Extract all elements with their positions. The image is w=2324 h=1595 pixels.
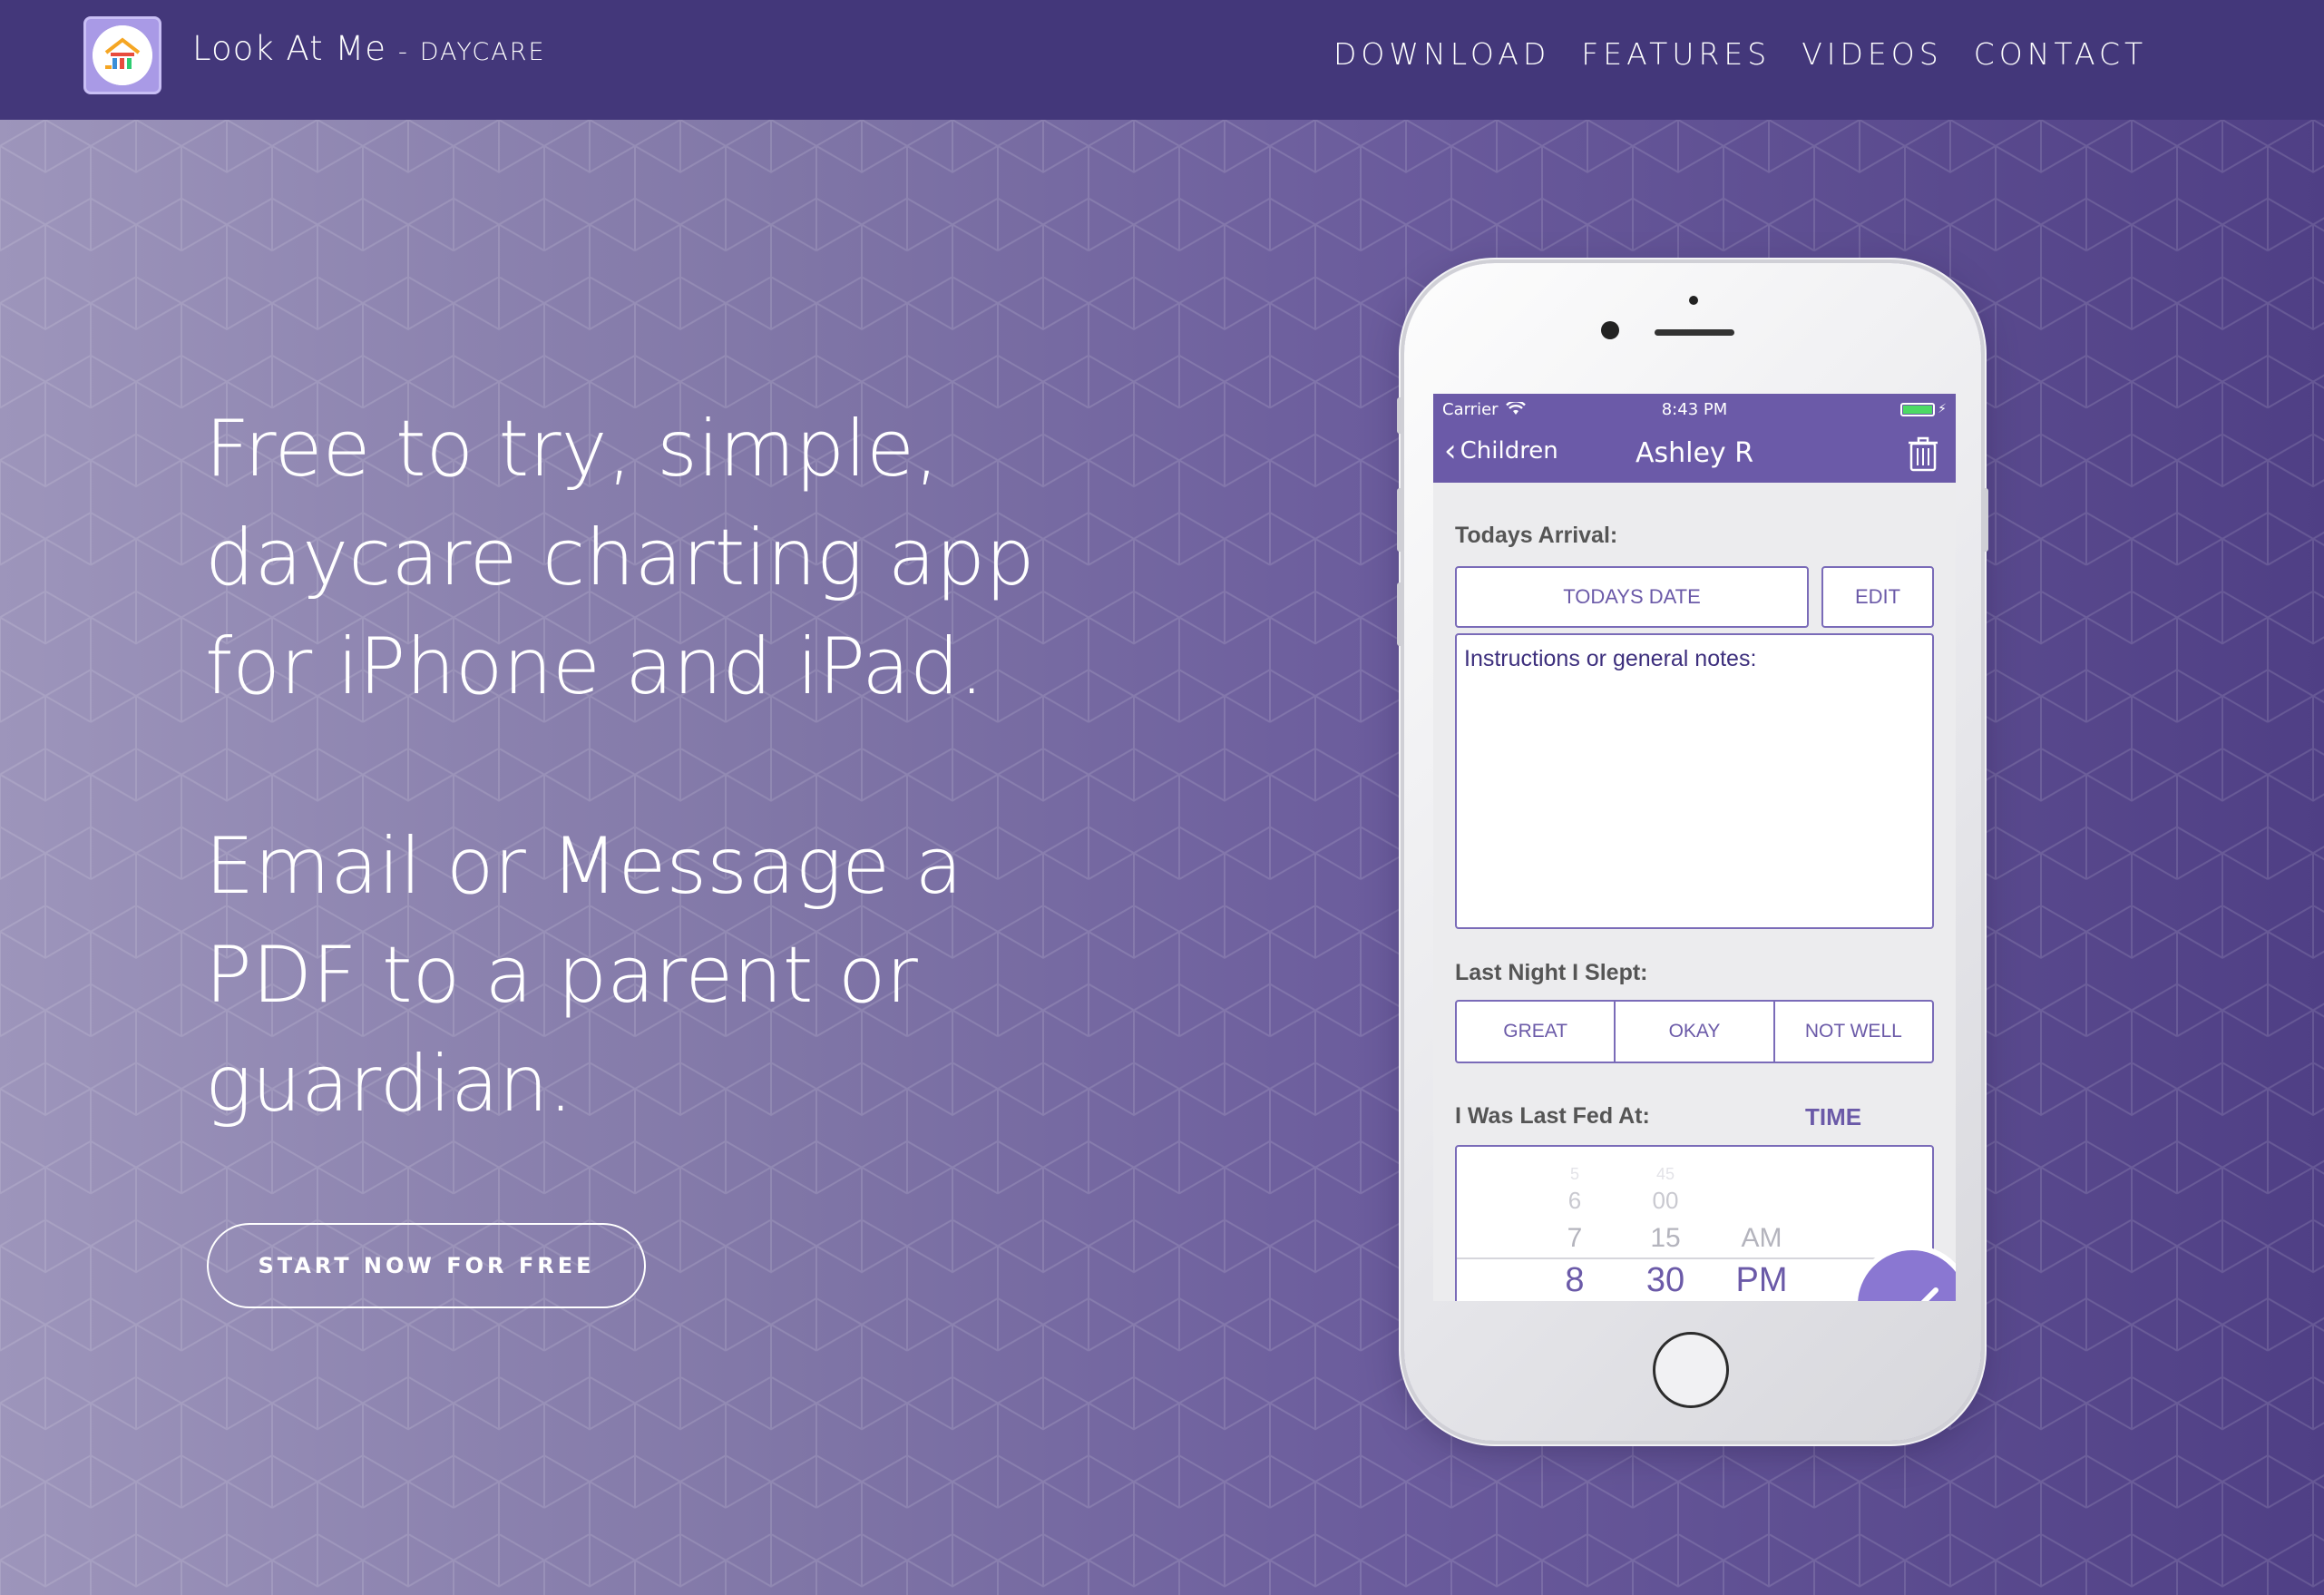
fed-row: I Was Last Fed At: TIME: [1455, 1103, 1934, 1130]
ios-status-bar: Carrier 8:43 PM ⚡: [1433, 394, 1956, 425]
picker-am: AM: [1741, 1223, 1782, 1253]
hero-line: PDF to a parent or: [205, 930, 918, 1021]
hero-line: guardian.: [205, 1039, 573, 1130]
app-navbar: ‹ Children Ashley R: [1433, 425, 1956, 483]
phone-volume-down: [1397, 582, 1404, 646]
home-button[interactable]: [1653, 1332, 1729, 1408]
time-link[interactable]: TIME: [1805, 1103, 1861, 1131]
phone-volume-up: [1397, 488, 1404, 552]
picker-pm-selected: PM: [1735, 1261, 1788, 1299]
notes-placeholder: Instructions or general notes:: [1464, 646, 1757, 671]
checkmark-icon: [1920, 1287, 1938, 1301]
sleep-label: Last Night I Slept:: [1455, 960, 1648, 985]
phone-camera: [1601, 321, 1619, 339]
nav-features[interactable]: FEATURES: [1581, 36, 1771, 72]
edit-button[interactable]: EDIT: [1821, 566, 1934, 628]
top-navbar: Look At Me - DAYCARE DOWNLOAD FEATURES V…: [0, 0, 2324, 120]
nav-contact[interactable]: CONTACT: [1974, 36, 2148, 72]
phone-screen: Carrier 8:43 PM ⚡ ‹ Children Ashley R To…: [1433, 394, 1956, 1301]
iphone-mockup: Carrier 8:43 PM ⚡ ‹ Children Ashley R To…: [1397, 263, 1988, 1441]
fed-label: I Was Last Fed At:: [1455, 1103, 1650, 1129]
phone-mute-switch: [1397, 397, 1404, 434]
todays-date-button[interactable]: TODAYS DATE: [1455, 566, 1809, 628]
picker-hours[interactable]: 5 6 7 8: [1511, 1147, 1584, 1301]
hero-line: daycare charting app: [205, 513, 1035, 603]
clock-label: 8:43 PM: [1661, 399, 1728, 419]
save-fab-button[interactable]: [1852, 1245, 1956, 1301]
hero-paragraph-2: Email or Message a PDF to a parent or gu…: [205, 812, 1094, 1139]
brand-name[interactable]: Look At Me - DAYCARE: [192, 29, 546, 68]
brand-main: Look At Me: [192, 29, 387, 68]
trash-icon[interactable]: [1907, 435, 1939, 472]
child-name-title: Ashley R: [1635, 437, 1754, 469]
brand-sub: DAYCARE: [419, 38, 546, 66]
nav-videos[interactable]: VIDEOS: [1802, 36, 1943, 72]
hero-headline: Free to try, simple, daycare charting ap…: [205, 395, 1094, 1139]
app-logo[interactable]: [83, 16, 161, 94]
house-logo-icon: [93, 25, 152, 85]
hero-line: Email or Message a: [205, 821, 963, 912]
sleep-option-great[interactable]: GREAT: [1457, 1002, 1616, 1062]
nav-download[interactable]: DOWNLOAD: [1333, 36, 1550, 72]
hero-paragraph-1: Free to try, simple, daycare charting ap…: [205, 395, 1094, 721]
notes-textarea[interactable]: Instructions or general notes:: [1455, 633, 1934, 929]
picker-minutes[interactable]: 45 00 15 30: [1593, 1147, 1684, 1301]
sleep-option-not-well[interactable]: NOT WELL: [1775, 1002, 1932, 1062]
sleep-option-okay[interactable]: OKAY: [1616, 1002, 1775, 1062]
hero-line: Free to try, simple,: [205, 404, 940, 494]
picker-meridiem[interactable]: AM PM: [1671, 1147, 1788, 1301]
hero-line: for iPhone and iPad.: [205, 621, 984, 712]
start-now-button[interactable]: START NOW FOR FREE: [207, 1223, 646, 1308]
sleep-segmented-control: GREAT OKAY NOT WELL: [1455, 1000, 1934, 1063]
brand-dash: -: [397, 36, 408, 66]
phone-sensor: [1689, 296, 1698, 305]
phone-speaker: [1655, 329, 1734, 336]
arrival-label: Todays Arrival:: [1455, 523, 1618, 548]
main-nav: DOWNLOAD FEATURES VIDEOS CONTACT: [1333, 36, 2147, 72]
phone-power-button: [1981, 488, 1988, 552]
